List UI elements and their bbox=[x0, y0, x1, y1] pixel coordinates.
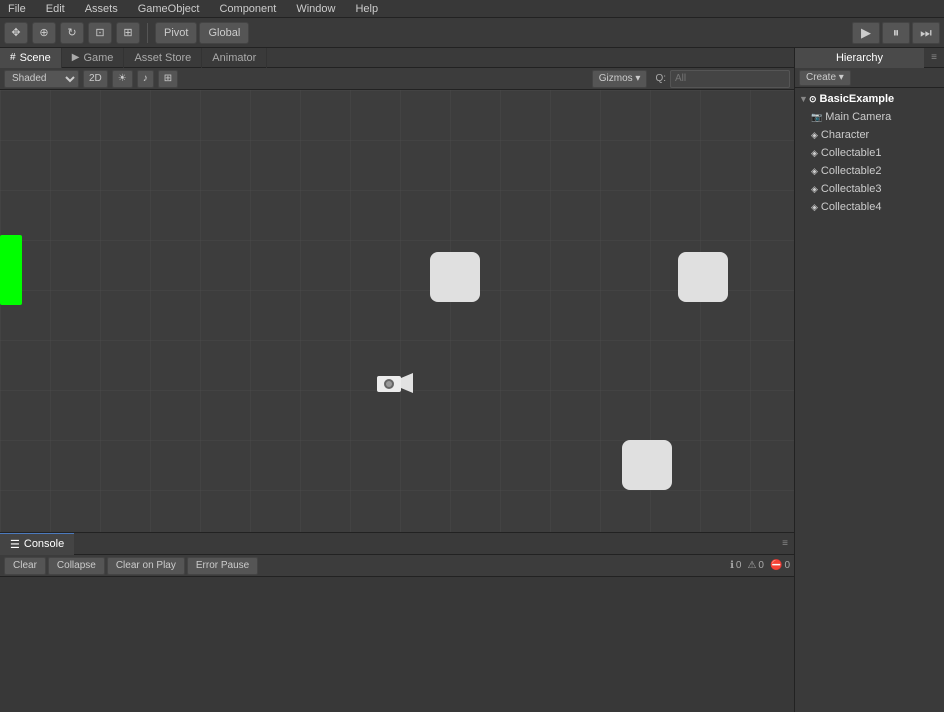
tab-animator[interactable]: Animator bbox=[202, 48, 267, 68]
menu-edit[interactable]: Edit bbox=[42, 3, 69, 15]
console-menu-button[interactable]: ≡ bbox=[776, 533, 794, 555]
collectable2-icon: ◈ bbox=[811, 166, 818, 177]
tab-asset-store[interactable]: Asset Store bbox=[124, 48, 202, 68]
console-tab-icon: ☰ bbox=[10, 538, 20, 551]
console-status: ℹ 0 ⚠ 0 ⛔ 0 bbox=[730, 560, 790, 571]
lighting-button[interactable]: ☀ bbox=[112, 70, 133, 88]
camera-icon: 📷 bbox=[811, 112, 822, 123]
hierarchy-item-collectable2[interactable]: ◈ Collectable2 bbox=[795, 162, 944, 180]
hierarchy-item-basicexample[interactable]: ▼ ⊙ BasicExample bbox=[795, 90, 944, 108]
play-button[interactable]: ▶ bbox=[852, 22, 880, 44]
console-toolbar: Clear Collapse Clear on Play Error Pause… bbox=[0, 555, 794, 577]
console-clear-on-play-button[interactable]: Clear on Play bbox=[107, 557, 185, 575]
camera-svg bbox=[375, 368, 415, 398]
warn-count-badge: ⚠ 0 bbox=[747, 560, 764, 571]
character-icon: ◈ bbox=[811, 130, 818, 141]
game-tab-label: Game bbox=[83, 52, 113, 64]
cube-object-3[interactable] bbox=[622, 440, 672, 490]
hierarchy-label-collectable2: Collectable2 bbox=[821, 165, 882, 177]
scene-tab-bar: # Scene ▶ Game Asset Store Animator bbox=[0, 48, 794, 68]
hierarchy-label-maincamera: Main Camera bbox=[825, 111, 891, 123]
hand-tool-button[interactable]: ✥ bbox=[4, 22, 28, 44]
console-area: ☰ Console ≡ Clear Collapse Clear on Play… bbox=[0, 532, 794, 712]
console-tab-bar: ☰ Console ≡ bbox=[0, 533, 794, 555]
pivot-button[interactable]: Pivot bbox=[155, 22, 197, 44]
hierarchy-label-basicexample: BasicExample bbox=[820, 93, 895, 105]
scene-tab-icon: # bbox=[10, 52, 16, 63]
game-tab-icon: ▶ bbox=[72, 52, 80, 63]
rect-tool-button[interactable]: ⊞ bbox=[116, 22, 140, 44]
2d-label: 2D bbox=[89, 73, 102, 84]
hierarchy-label-collectable1: Collectable1 bbox=[821, 147, 882, 159]
menu-help[interactable]: Help bbox=[351, 3, 382, 15]
asset-store-tab-label: Asset Store bbox=[134, 52, 191, 64]
play-controls: ▶ ⏸ ⏭ bbox=[852, 22, 940, 44]
hierarchy-create-button[interactable]: Create ▾ bbox=[799, 70, 851, 86]
console-content bbox=[0, 577, 794, 712]
hierarchy-label-character: Character bbox=[821, 129, 869, 141]
scene-toolbar: Shaded Wireframe 2D ☀ ♪ ⊞ Gizmos ▾ Q: bbox=[0, 68, 794, 90]
hierarchy-item-character[interactable]: ◈ Character bbox=[795, 126, 944, 144]
console-tab-label: Console bbox=[24, 538, 64, 550]
right-panel: Hierarchy ≡ Create ▾ ▼ ⊙ BasicExample 📷 … bbox=[794, 48, 944, 712]
hierarchy-menu-button[interactable]: ≡ bbox=[924, 48, 944, 68]
menu-file[interactable]: File bbox=[4, 3, 30, 15]
console-error-pause-button[interactable]: Error Pause bbox=[187, 557, 258, 575]
hierarchy-tab-bar: Hierarchy ≡ bbox=[795, 48, 944, 68]
search-prefix-label: Q: bbox=[655, 73, 666, 84]
menu-component[interactable]: Component bbox=[215, 3, 280, 15]
pause-button[interactable]: ⏸ bbox=[882, 22, 910, 44]
hierarchy-arrow-basicexample: ▼ bbox=[799, 94, 809, 104]
hierarchy-item-collectable1[interactable]: ◈ Collectable1 bbox=[795, 144, 944, 162]
pivot-global-group: Pivot Global bbox=[155, 22, 249, 44]
audio-button[interactable]: ♪ bbox=[137, 70, 154, 88]
scene-tab-label: Scene bbox=[20, 52, 51, 64]
tab-console[interactable]: ☰ Console bbox=[0, 533, 74, 555]
hierarchy-item-maincamera[interactable]: 📷 Main Camera bbox=[795, 108, 944, 126]
hierarchy-content: ▼ ⊙ BasicExample 📷 Main Camera ◈ Charact… bbox=[795, 88, 944, 712]
scene-icon: ⊙ bbox=[809, 94, 817, 105]
info-count-badge: ℹ 0 bbox=[730, 560, 741, 571]
hierarchy-label-collectable4: Collectable4 bbox=[821, 201, 882, 213]
green-collectable bbox=[0, 235, 22, 305]
cube-object-2[interactable] bbox=[678, 252, 728, 302]
collectable3-icon: ◈ bbox=[811, 184, 818, 195]
camera-scene-icon bbox=[375, 368, 415, 398]
hierarchy-label-collectable3: Collectable3 bbox=[821, 183, 882, 195]
move-tool-button[interactable]: ⊕ bbox=[32, 22, 56, 44]
menu-gameobject[interactable]: GameObject bbox=[134, 3, 204, 15]
rotate-tool-button[interactable]: ↻ bbox=[60, 22, 84, 44]
collectable1-icon: ◈ bbox=[811, 148, 818, 159]
shaded-dropdown[interactable]: Shaded Wireframe bbox=[4, 70, 79, 88]
global-button[interactable]: Global bbox=[199, 22, 249, 44]
tab-game[interactable]: ▶ Game bbox=[62, 48, 125, 68]
error-count-badge: ⛔ 0 bbox=[770, 560, 790, 571]
scene-search-input[interactable] bbox=[670, 70, 790, 88]
menu-window[interactable]: Window bbox=[292, 3, 339, 15]
gizmos-button[interactable]: Gizmos ▾ bbox=[592, 70, 648, 88]
2d-toggle-button[interactable]: 2D bbox=[83, 70, 108, 88]
effects-button[interactable]: ⊞ bbox=[158, 70, 178, 88]
left-area: # Scene ▶ Game Asset Store Animator Shad… bbox=[0, 48, 794, 712]
main-layout: # Scene ▶ Game Asset Store Animator Shad… bbox=[0, 48, 944, 712]
step-button[interactable]: ⏭ bbox=[912, 22, 940, 44]
scene-grid bbox=[0, 90, 794, 532]
console-clear-button[interactable]: Clear bbox=[4, 557, 46, 575]
hierarchy-create-bar: Create ▾ bbox=[795, 68, 944, 88]
toolbar: ✥ ⊕ ↻ ⊡ ⊞ Pivot Global ▶ ⏸ ⏭ bbox=[0, 18, 944, 48]
toolbar-sep1 bbox=[147, 23, 148, 43]
tab-scene[interactable]: # Scene bbox=[0, 48, 62, 68]
menu-assets[interactable]: Assets bbox=[81, 3, 122, 15]
console-collapse-button[interactable]: Collapse bbox=[48, 557, 105, 575]
scale-tool-button[interactable]: ⊡ bbox=[88, 22, 112, 44]
hierarchy-tab[interactable]: Hierarchy bbox=[795, 48, 924, 68]
hierarchy-item-collectable3[interactable]: ◈ Collectable3 bbox=[795, 180, 944, 198]
cube-object-1[interactable] bbox=[430, 252, 480, 302]
hierarchy-item-collectable4[interactable]: ◈ Collectable4 bbox=[795, 198, 944, 216]
animator-tab-label: Animator bbox=[212, 52, 256, 64]
menu-bar: File Edit Assets GameObject Component Wi… bbox=[0, 0, 944, 18]
scene-view[interactable] bbox=[0, 90, 794, 532]
collectable4-icon: ◈ bbox=[811, 202, 818, 213]
